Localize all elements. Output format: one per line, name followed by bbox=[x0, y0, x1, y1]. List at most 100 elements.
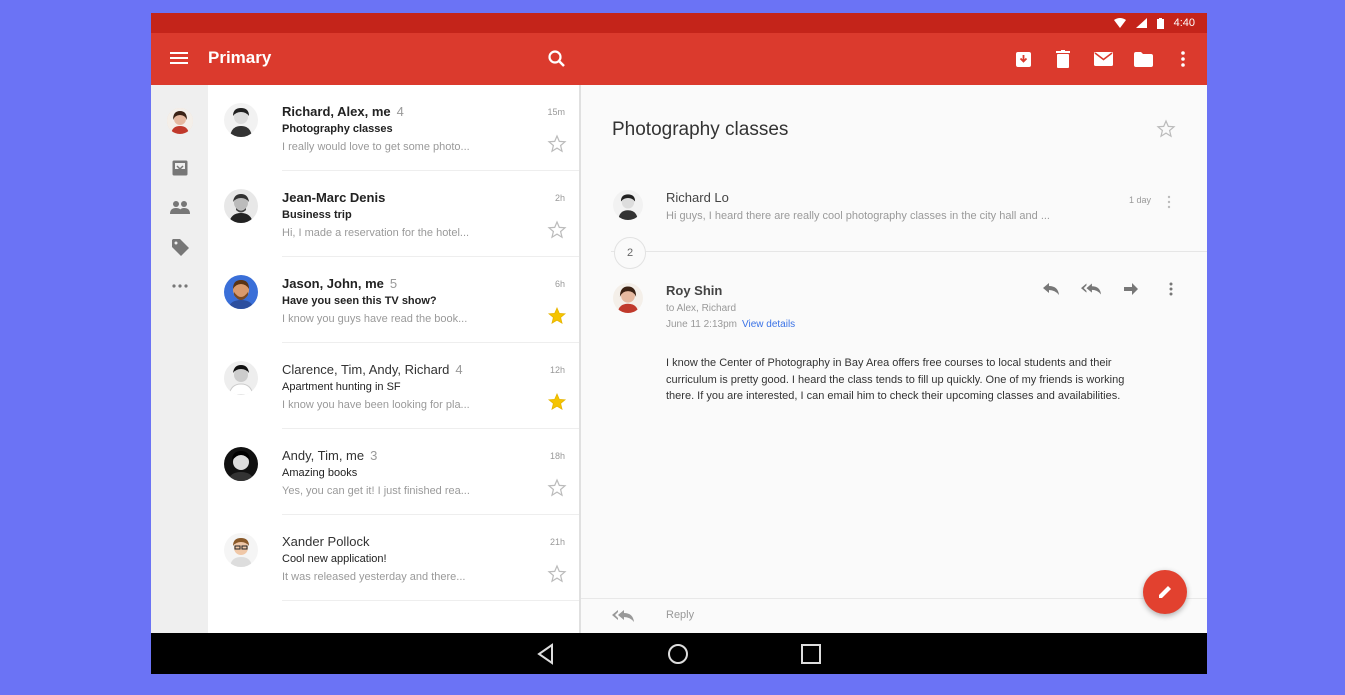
snippet: I know you guys have read the book... bbox=[282, 313, 468, 325]
subject: Apartment hunting in SF bbox=[282, 381, 401, 393]
message-body: I know the Center of Photography in Bay … bbox=[666, 357, 1125, 402]
sender-avatar bbox=[224, 361, 258, 395]
conversation-list: Richard, Alex, me 4 Photography classes I… bbox=[208, 85, 579, 633]
message-date: June 11 2:13pm bbox=[666, 319, 737, 330]
star-filled-icon[interactable] bbox=[547, 392, 567, 412]
wifi-icon bbox=[1113, 18, 1126, 28]
inbox-icon bbox=[172, 160, 188, 176]
subject: Photography classes bbox=[282, 123, 393, 135]
snippet: Yes, you can get it! I just finished rea… bbox=[282, 485, 470, 497]
reply-button[interactable] bbox=[1041, 279, 1061, 299]
conversation-item[interactable]: Xander Pollock Cool new application! It … bbox=[208, 515, 579, 601]
folder-icon bbox=[1133, 51, 1153, 67]
subject: Amazing books bbox=[282, 467, 358, 479]
rail-more[interactable] bbox=[168, 274, 192, 298]
sender-names: Richard, Alex, me 4 bbox=[282, 104, 404, 119]
conversation-item[interactable]: Andy, Tim, me 3 Amazing books Yes, you ca… bbox=[208, 429, 579, 515]
star-filled-icon[interactable] bbox=[547, 306, 567, 326]
woman-avatar-icon bbox=[167, 108, 193, 134]
snippet: Hi, I made a reservation for the hotel..… bbox=[282, 227, 470, 239]
reply-all-button[interactable] bbox=[1081, 279, 1101, 299]
pencil-icon bbox=[1159, 586, 1171, 598]
sender-names: Xander Pollock bbox=[282, 534, 370, 549]
mail-icon bbox=[1093, 52, 1113, 66]
rail-labels[interactable] bbox=[168, 235, 192, 259]
message-collapsed[interactable]: Richard Lo Hi guys, I heard there are re… bbox=[581, 180, 1207, 250]
label-icon bbox=[171, 238, 189, 256]
recipients: to Alex, Richard bbox=[666, 303, 737, 314]
forward-button[interactable] bbox=[1121, 279, 1141, 299]
message-count: 5 bbox=[389, 276, 398, 291]
message-snippet: Hi guys, I heard there are really cool p… bbox=[666, 210, 1050, 222]
sender-names: Jason, John, me 5 bbox=[282, 276, 398, 291]
search-icon[interactable] bbox=[547, 49, 567, 69]
conversation-item[interactable]: Jean-Marc Denis Business trip Hi, I made… bbox=[208, 171, 579, 257]
sender-avatar bbox=[224, 533, 258, 567]
thread-view: Photography classes Richard Lo Hi guys, … bbox=[581, 85, 1207, 633]
sender-avatar bbox=[613, 190, 643, 220]
status-time: 4:40 bbox=[1173, 17, 1195, 29]
sender-avatar bbox=[224, 189, 258, 223]
star-outline-icon[interactable] bbox=[547, 134, 567, 154]
collapsed-messages-count[interactable]: 2 bbox=[614, 237, 646, 269]
conversation-item[interactable]: Clarence, Tim, Andy, Richard 4 Apartment … bbox=[208, 343, 579, 429]
compose-button[interactable] bbox=[1143, 570, 1187, 614]
conversation-item[interactable]: Jason, John, me 5 Have you seen this TV s… bbox=[208, 257, 579, 343]
reply-all-icon bbox=[1081, 283, 1101, 295]
subject: Business trip bbox=[282, 209, 352, 221]
overview-icon[interactable] bbox=[800, 643, 822, 665]
tablet-screen: 4:40 Primary Richard, Alex, me 4 Photogr… bbox=[151, 13, 1207, 674]
sender-names: Clarence, Tim, Andy, Richard 4 bbox=[282, 362, 463, 377]
sender-avatar bbox=[613, 283, 643, 313]
more-vert-icon[interactable] bbox=[1164, 192, 1174, 212]
more-vert-icon bbox=[1181, 51, 1185, 67]
star-outline-icon[interactable] bbox=[547, 478, 567, 498]
archive-icon bbox=[1015, 51, 1031, 67]
message-count: 4 bbox=[396, 104, 404, 119]
more-horiz-icon bbox=[172, 284, 188, 288]
move-to-folder-button[interactable] bbox=[1133, 47, 1153, 71]
divider bbox=[282, 600, 579, 601]
timestamp: 1 day bbox=[1129, 195, 1152, 205]
mark-unread-button[interactable] bbox=[1093, 47, 1113, 71]
message-count: 4 bbox=[455, 362, 463, 377]
sender-avatar bbox=[224, 447, 258, 481]
status-bar: 4:40 bbox=[151, 13, 1207, 33]
conversation-item[interactable]: Richard, Alex, me 4 Photography classes I… bbox=[208, 85, 579, 171]
reply-input[interactable]: Reply bbox=[666, 609, 694, 621]
star-outline-icon[interactable] bbox=[547, 564, 567, 584]
trash-icon bbox=[1056, 50, 1070, 68]
mailbox-title: Primary bbox=[208, 48, 272, 67]
rail-contacts[interactable] bbox=[168, 195, 192, 219]
navigation-rail bbox=[151, 85, 208, 633]
view-details-link[interactable]: View details bbox=[742, 319, 795, 330]
app-bar-actions bbox=[1013, 47, 1193, 71]
battery-icon bbox=[1156, 17, 1164, 29]
home-icon[interactable] bbox=[667, 643, 689, 665]
sender-names: Andy, Tim, me 3 bbox=[282, 448, 378, 463]
delete-button[interactable] bbox=[1053, 47, 1073, 71]
sender-name: Roy Shin bbox=[666, 283, 723, 298]
sender-names: Jean-Marc Denis bbox=[282, 190, 386, 205]
sender-avatar bbox=[224, 103, 258, 137]
star-outline-icon[interactable] bbox=[1156, 119, 1176, 139]
back-icon[interactable] bbox=[535, 643, 557, 665]
menu-icon[interactable] bbox=[169, 49, 189, 69]
snippet: I really would love to get some photo... bbox=[282, 141, 470, 153]
rail-inbox[interactable] bbox=[168, 156, 192, 180]
message-more-button[interactable] bbox=[1161, 279, 1181, 299]
archive-button[interactable] bbox=[1013, 47, 1033, 71]
more-options-button[interactable] bbox=[1173, 47, 1193, 71]
people-icon bbox=[170, 201, 190, 214]
account-avatar[interactable] bbox=[167, 108, 193, 134]
reply-all-icon[interactable] bbox=[612, 608, 634, 624]
reply-icon bbox=[1043, 283, 1059, 295]
snippet: I know you have been looking for pla... bbox=[282, 399, 470, 411]
more-vert-icon bbox=[1169, 282, 1173, 296]
message-actions bbox=[1041, 279, 1181, 299]
app-bar: Primary bbox=[151, 33, 1207, 85]
subject: Have you seen this TV show? bbox=[282, 295, 437, 307]
system-nav-bar bbox=[151, 633, 1207, 674]
star-outline-icon[interactable] bbox=[547, 220, 567, 240]
timestamp: 21h bbox=[549, 537, 565, 547]
